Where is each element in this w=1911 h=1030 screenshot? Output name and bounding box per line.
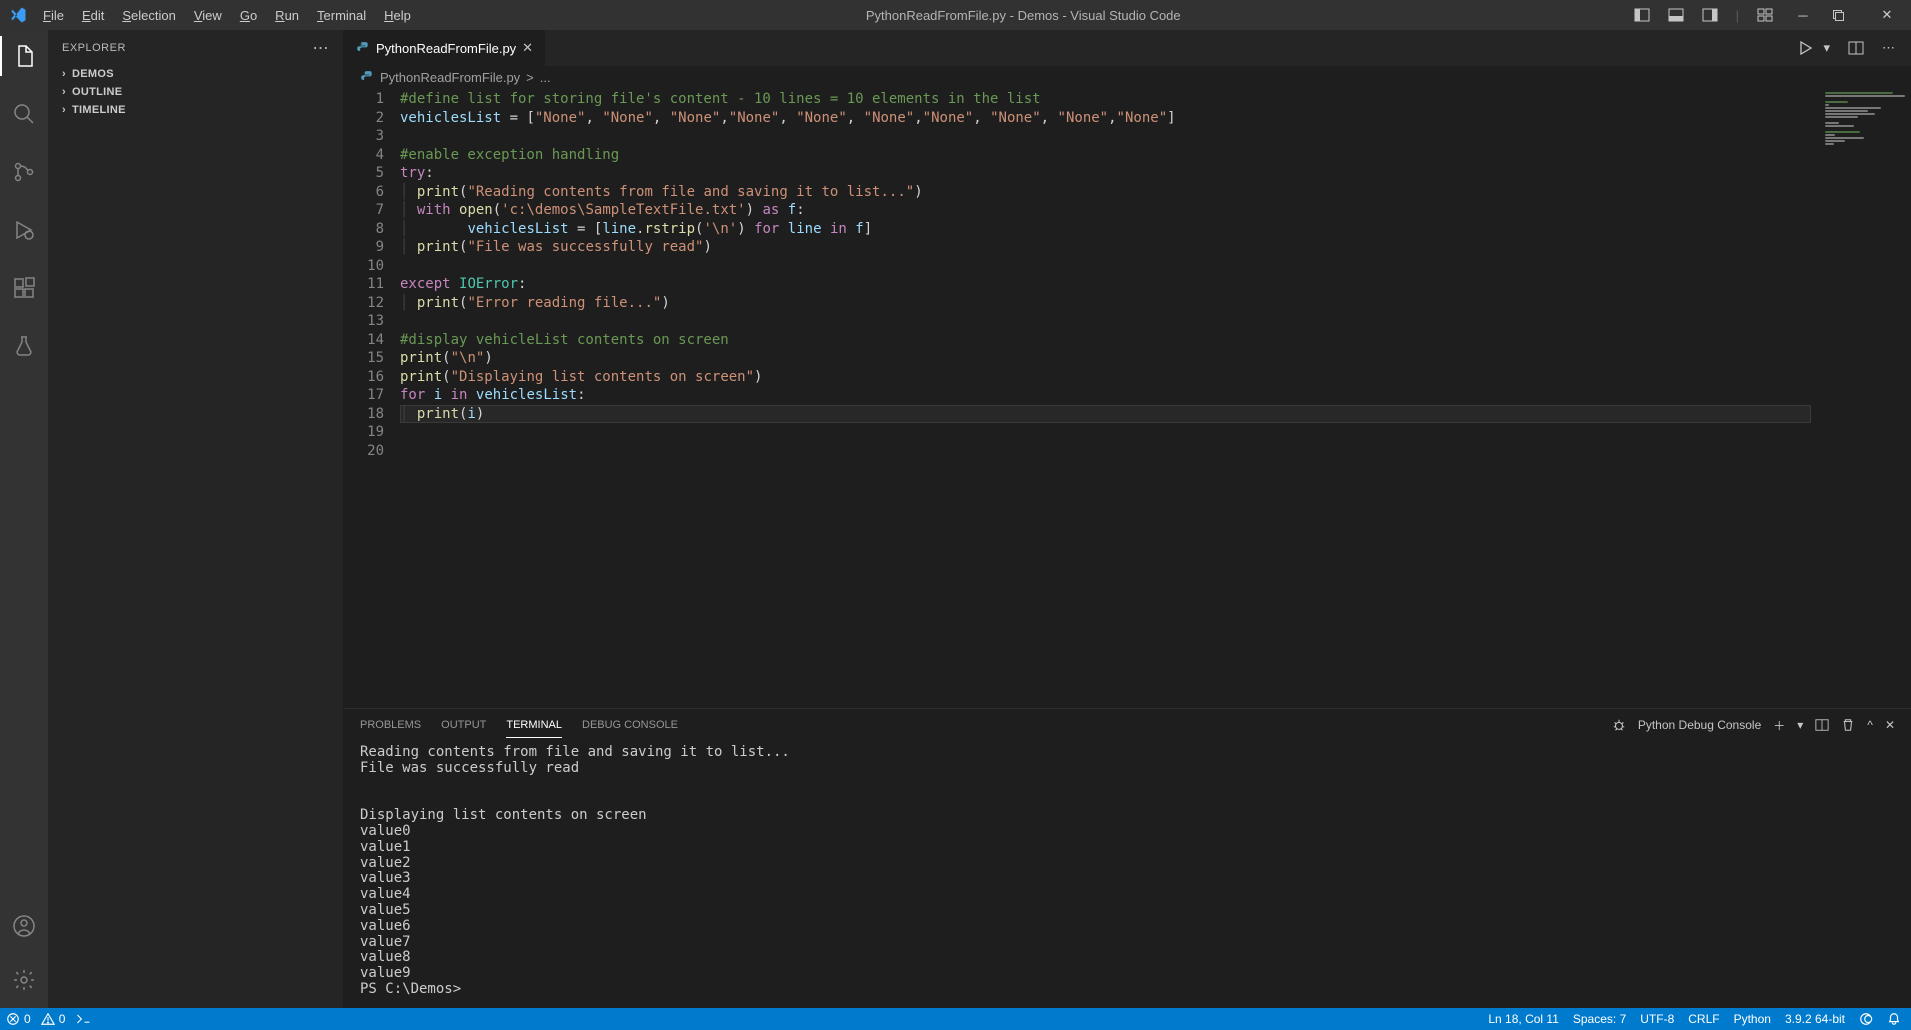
statusbar: 0 0 Ln 18, Col 11 Spaces: 7 UTF-8 CRLF P… [0, 1008, 1911, 1030]
maximize-button[interactable] [1827, 6, 1863, 25]
tree-section-outline[interactable]: ›OUTLINE [48, 83, 343, 101]
status-feedback-icon[interactable] [1859, 1012, 1873, 1026]
panel-tab-terminal[interactable]: TERMINAL [506, 713, 562, 738]
panel-tab-output[interactable]: OUTPUT [441, 713, 486, 738]
status-warnings[interactable]: 0 [41, 1012, 66, 1026]
python-file-icon [356, 41, 370, 55]
editor-more-icon[interactable]: ⋯ [1878, 36, 1899, 60]
editor-area: PythonReadFromFile.py ✕ ▾ ⋯ PythonReadFr… [344, 30, 1911, 1008]
menu-help[interactable]: Help [376, 4, 419, 27]
accounts-icon[interactable] [0, 906, 48, 946]
menu-edit[interactable]: Edit [74, 4, 112, 27]
breadcrumb-tail: ... [540, 70, 551, 85]
chevron-right-icon: › [56, 104, 72, 116]
terminal-output[interactable]: Reading contents from file and saving it… [344, 741, 1911, 1008]
menu-bar: FileEditSelectionViewGoRunTerminalHelp [35, 4, 419, 27]
tab-close-icon[interactable]: ✕ [522, 40, 533, 56]
tab-active[interactable]: PythonReadFromFile.py ✕ [344, 30, 546, 66]
split-terminal-icon[interactable] [1815, 718, 1829, 732]
extensions-icon[interactable] [0, 268, 48, 308]
status-ln-col[interactable]: Ln 18, Col 11 [1488, 1012, 1559, 1026]
layout-left-icon[interactable] [1628, 3, 1656, 27]
breadcrumb-file: PythonReadFromFile.py [380, 70, 520, 85]
status-notifications-icon[interactable] [1887, 1012, 1901, 1026]
python-file-icon [360, 70, 374, 84]
debug-icon [1612, 718, 1626, 732]
panel-tabs: PROBLEMS OUTPUT TERMINAL DEBUG CONSOLE Pyth… [344, 709, 1911, 741]
code-content[interactable]: #define list for storing file's content … [400, 88, 1811, 708]
status-spaces[interactable]: Spaces: 7 [1573, 1012, 1626, 1026]
sidebar-title: EXPLORER [62, 42, 126, 54]
split-editor-icon[interactable] [1844, 36, 1868, 60]
menu-go[interactable]: Go [232, 4, 265, 27]
status-language[interactable]: Python [1734, 1012, 1771, 1026]
status-errors[interactable]: 0 [6, 1012, 31, 1026]
explorer-icon[interactable] [0, 36, 48, 76]
maximize-panel-icon[interactable]: ^ [1867, 718, 1873, 732]
run-debug-icon[interactable] [0, 210, 48, 250]
settings-gear-icon[interactable] [0, 960, 48, 1000]
breadcrumb-sep: > [526, 70, 534, 85]
panel-tab-debug-console[interactable]: DEBUG CONSOLE [582, 713, 678, 738]
run-dropdown-icon[interactable]: ▾ [1819, 36, 1834, 60]
title-controls: | ─ ✕ [1628, 3, 1911, 27]
editor-body[interactable]: 1234567891011121314151617181920 #define … [344, 88, 1911, 708]
terminal-dropdown[interactable]: Python Debug Console [1638, 718, 1761, 732]
search-icon[interactable] [0, 94, 48, 134]
window-title: PythonReadFromFile.py - Demos - Visual S… [419, 8, 1628, 23]
chevron-right-icon: › [56, 86, 72, 98]
run-button[interactable] [1793, 36, 1817, 60]
line-gutter: 1234567891011121314151617181920 [344, 88, 400, 708]
tree-section-demos[interactable]: ›DEMOS [48, 65, 343, 83]
minimap[interactable] [1811, 88, 1911, 708]
tab-row: PythonReadFromFile.py ✕ ▾ ⋯ [344, 30, 1911, 66]
kill-terminal-icon[interactable] [1841, 718, 1855, 732]
activity-bar [0, 30, 48, 1008]
terminal-dropdown-icon[interactable]: ▾ [1797, 718, 1803, 732]
panel-tab-problems[interactable]: PROBLEMS [360, 713, 421, 738]
menu-selection[interactable]: Selection [114, 4, 183, 27]
tab-actions: ▾ ⋯ [1793, 30, 1911, 66]
sidebar: EXPLORER ⋯ ›DEMOS›OUTLINE›TIMELINE [48, 30, 344, 1008]
customize-layout-icon[interactable] [1751, 3, 1779, 27]
sidebar-tree: ›DEMOS›OUTLINE›TIMELINE [48, 65, 343, 119]
sidebar-header: EXPLORER ⋯ [48, 30, 343, 65]
source-control-icon[interactable] [0, 152, 48, 192]
status-encoding[interactable]: UTF-8 [1640, 1012, 1674, 1026]
testing-icon[interactable] [0, 326, 48, 366]
close-panel-icon[interactable]: ✕ [1885, 718, 1895, 732]
layout-bottom-icon[interactable] [1662, 3, 1690, 27]
tree-section-timeline[interactable]: ›TIMELINE [48, 101, 343, 119]
status-eol[interactable]: CRLF [1688, 1012, 1719, 1026]
panel: PROBLEMS OUTPUT TERMINAL DEBUG CONSOLE Pyth… [344, 708, 1911, 1008]
menu-terminal[interactable]: Terminal [309, 4, 374, 27]
tab-label: PythonReadFromFile.py [376, 41, 516, 56]
separator: | [1730, 4, 1745, 27]
status-debug-icon[interactable] [75, 1012, 91, 1026]
layout-right-icon[interactable] [1696, 3, 1724, 27]
minimize-button[interactable]: ─ [1785, 4, 1821, 27]
vscode-logo-icon [0, 6, 35, 24]
menu-file[interactable]: File [35, 4, 72, 27]
menu-view[interactable]: View [186, 4, 230, 27]
close-window-button[interactable]: ✕ [1869, 3, 1905, 27]
titlebar: FileEditSelectionViewGoRunTerminalHelp P… [0, 0, 1911, 30]
status-python-version[interactable]: 3.9.2 64-bit [1785, 1012, 1845, 1026]
sidebar-more-icon[interactable]: ⋯ [313, 38, 330, 58]
menu-run[interactable]: Run [267, 4, 307, 27]
breadcrumb[interactable]: PythonReadFromFile.py > ... [344, 66, 1911, 88]
chevron-right-icon: › [56, 68, 72, 80]
new-terminal-icon[interactable]: ＋ [1773, 717, 1785, 734]
